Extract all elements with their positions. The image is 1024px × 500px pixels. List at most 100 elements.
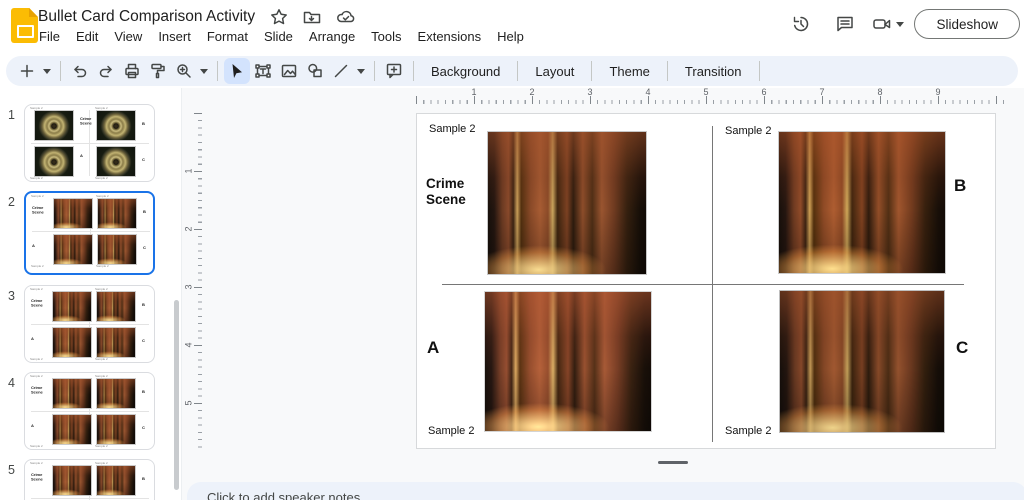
thumb-photo-c (96, 414, 136, 445)
document-title[interactable]: Bullet Card Comparison Activity (38, 8, 255, 26)
ruler-number: 5 (183, 400, 194, 406)
cloud-saved-icon[interactable] (336, 8, 356, 26)
ruler-number: 1 (471, 87, 477, 97)
move-to-folder-icon[interactable] (303, 8, 321, 26)
ruler-number: 4 (645, 87, 651, 97)
toolbar-text-button[interactable]: Transition (674, 64, 753, 79)
filmstrip-slide[interactable]: 2 Sample 2 Sample 2 Crime Scene B A C Sa… (0, 191, 181, 275)
thumb-photo-b (96, 110, 136, 141)
header-actions: Slideshow (784, 7, 1020, 41)
thumb-photo-b (96, 465, 136, 496)
thumb-photo-crime (52, 291, 92, 322)
bullet-photo[interactable] (779, 290, 945, 433)
slide-number: 2 (8, 195, 15, 209)
filmstrip-slide[interactable]: 1 Sample 2 Sample 2 Crime Scene B A C Sa… (0, 104, 181, 188)
insert-shape-button[interactable] (302, 58, 328, 84)
filmstrip-slide[interactable]: 5 Sample 2 Sample 2 Crime Scene B A C Sa… (0, 459, 181, 500)
sample-label[interactable]: Sample 2 (725, 425, 771, 437)
slide-thumbnail[interactable]: Sample 2 Sample 2 Crime Scene B A C Samp… (24, 372, 155, 450)
slide-thumbnail[interactable]: Sample 2 Sample 2 Crime Scene B A C Samp… (24, 191, 155, 275)
menu-item[interactable]: Help (489, 26, 532, 47)
vertical-ruler: 1 2 3 4 5 (183, 113, 202, 453)
quadrant-label[interactable]: C (956, 338, 968, 358)
zoom-button[interactable] (171, 58, 197, 84)
present-call-button[interactable] (872, 14, 905, 34)
comments-icon[interactable] (828, 7, 862, 41)
paint-format-button[interactable] (145, 58, 171, 84)
menu-item[interactable]: Insert (150, 26, 199, 47)
ruler-number: 7 (819, 87, 825, 97)
slide-number: 4 (8, 376, 15, 390)
print-button[interactable] (119, 58, 145, 84)
thumb-photo-b (97, 198, 137, 229)
toolbar: Background Layout Theme Transition (6, 56, 1018, 86)
new-slide-dropdown-icon[interactable] (40, 58, 54, 84)
text-box-button[interactable] (250, 58, 276, 84)
thumb-photo-crime (34, 110, 74, 141)
thumb-photo-b (96, 378, 136, 409)
menu-item[interactable]: Tools (363, 26, 409, 47)
menu-item[interactable]: View (106, 26, 150, 47)
thumb-photo-a (34, 146, 74, 177)
header: Bullet Card Comparison Activity File Edit… (0, 0, 1024, 52)
filmstrip-slide[interactable]: 3 Sample 2 Sample 2 Crime Scene B A C Sa… (0, 285, 181, 369)
select-tool-button[interactable] (224, 58, 250, 84)
toolbar-text-button[interactable]: Background (420, 64, 511, 79)
slide-number: 3 (8, 289, 15, 303)
slide-canvas[interactable]: Sample 2 Crime Scene Sample 2 B Sample 2… (416, 113, 996, 449)
slide-number: 5 (8, 463, 15, 477)
slide-thumbnail[interactable]: Sample 2 Sample 2 Crime Scene B A C Samp… (24, 459, 155, 500)
thumb-photo-crime (52, 465, 92, 496)
menu-item[interactable]: Slide (256, 26, 301, 47)
ruler-number: 6 (761, 87, 767, 97)
new-slide-button[interactable] (14, 58, 40, 84)
thumb-photo-crime (53, 198, 93, 229)
speaker-notes-placeholder[interactable]: Click to add speaker notes (207, 490, 360, 500)
toolbar-text-button[interactable]: Theme (598, 64, 660, 79)
filmstrip-scrollbar[interactable] (174, 300, 179, 490)
ruler-number: 5 (703, 87, 709, 97)
zoom-dropdown-icon[interactable] (197, 58, 211, 84)
menu-item[interactable]: File (31, 26, 68, 47)
thumb-photo-a (52, 327, 92, 358)
google-slides-app: Bullet Card Comparison Activity File Edit… (0, 0, 1024, 500)
ruler-number: 1 (183, 168, 194, 174)
slideshow-button[interactable]: Slideshow (914, 9, 1020, 39)
insert-line-button[interactable] (328, 58, 354, 84)
star-icon[interactable] (270, 8, 288, 26)
slide-number: 1 (8, 108, 15, 122)
ruler-number: 3 (183, 284, 194, 290)
menu-bar: File Edit View Insert Format Slide Arrange Tool… (31, 26, 532, 47)
menu-item[interactable]: Format (199, 26, 256, 47)
ruler-number: 8 (877, 87, 883, 97)
ruler-number: 4 (183, 342, 194, 348)
slide-filmstrip: 1 Sample 2 Sample 2 Crime Scene B A C Sa… (0, 88, 181, 500)
thumb-photo-a (52, 414, 92, 445)
filmstrip-slide[interactable]: 4 Sample 2 Sample 2 Crime Scene B A C Sa… (0, 372, 181, 456)
version-history-icon[interactable] (784, 7, 818, 41)
menu-item[interactable]: Extensions (410, 26, 490, 47)
ruler-number: 2 (183, 226, 194, 232)
slide-thumbnail[interactable]: Sample 2 Sample 2 Crime Scene B A C Samp… (24, 285, 155, 363)
line-dropdown-icon[interactable] (354, 58, 368, 84)
insert-image-button[interactable] (276, 58, 302, 84)
toolbar-text-button[interactable]: Layout (524, 64, 585, 79)
insert-comment-button[interactable] (381, 58, 407, 84)
thumb-photo-c (96, 146, 136, 177)
horizontal-ruler: 1 2 3 4 5 6 7 8 9 (416, 87, 1008, 104)
redo-button[interactable] (93, 58, 119, 84)
menu-item[interactable]: Arrange (301, 26, 363, 47)
menu-item[interactable]: Edit (68, 26, 106, 47)
chevron-down-icon[interactable] (896, 21, 905, 27)
ruler-number: 2 (529, 87, 535, 97)
slide-thumbnail[interactable]: Sample 2 Sample 2 Crime Scene B A C Samp… (24, 104, 155, 182)
undo-button[interactable] (67, 58, 93, 84)
thumb-photo-c (96, 327, 136, 358)
thumb-photo-a (53, 234, 93, 265)
editing-canvas: 1 2 3 4 5 6 7 8 9 1 2 3 4 5 Sample 2 Crime Scene Sam… (181, 87, 1024, 500)
notes-resize-handle[interactable] (658, 461, 688, 464)
comparison-quadrant: Sample 2 C (417, 114, 995, 448)
speaker-notes-panel[interactable]: Click to add speaker notes (187, 482, 1024, 500)
ruler-number: 3 (587, 87, 593, 97)
thumb-photo-crime (52, 378, 92, 409)
